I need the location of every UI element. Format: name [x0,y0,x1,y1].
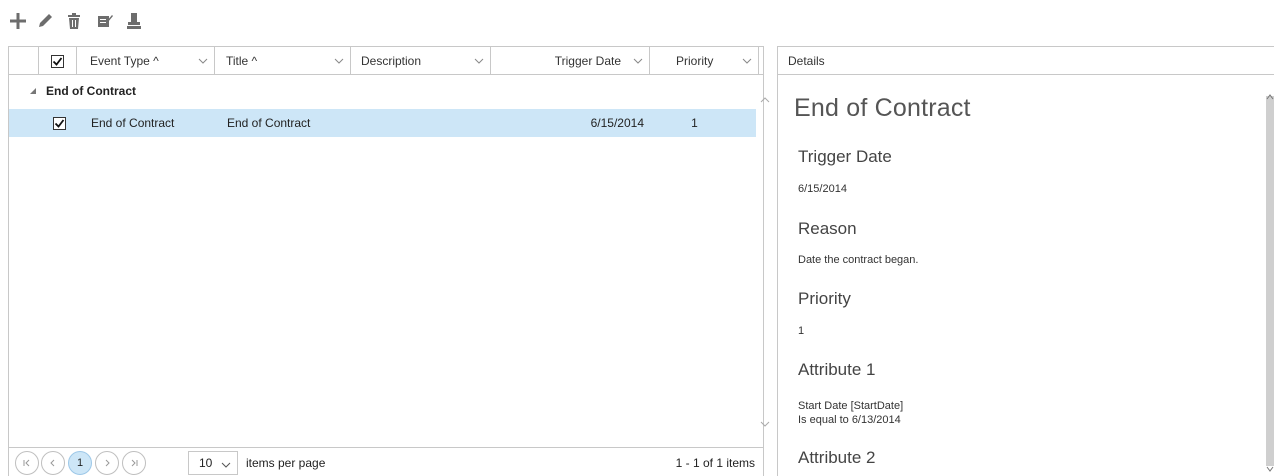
row-checkbox[interactable] [53,116,66,130]
chevron-left-icon [50,459,55,467]
grid-header: Event Type ^ Title ^ Description Trigger… [9,47,763,75]
page-size-value: 10 [199,456,213,470]
column-header-event-type[interactable]: Event Type ^ [77,47,215,75]
column-header-title[interactable]: Title ^ [215,47,351,75]
note-edit-icon [98,15,113,27]
edit-button[interactable] [34,10,56,32]
scroll-up-arrow-icon[interactable] [1265,93,1274,101]
details-heading-priority: Priority [798,289,851,308]
column-header-expand [9,47,39,75]
first-page-icon [23,459,30,467]
collapse-triangle-icon[interactable] [30,88,37,95]
pencil-icon [39,14,52,27]
next-page-button[interactable] [95,451,119,475]
chevron-down-icon[interactable] [198,56,208,66]
details-heading-trigger-date: Trigger Date [798,147,892,166]
details-panel: Details End of Contract Trigger Date 6/1… [777,46,1274,476]
details-value-trigger-date: 6/15/2014 [798,183,847,195]
last-page-icon [131,459,138,467]
chevron-down-icon[interactable] [334,56,344,66]
scroll-down-arrow-icon[interactable] [1265,465,1274,473]
details-title: End of Contract [794,94,971,122]
page-size-select[interactable]: 10 [188,451,238,475]
previous-page-button[interactable] [41,451,65,475]
details-heading-attribute-2: Attribute 2 [798,448,876,467]
column-header-priority[interactable]: Priority [650,47,759,75]
chevron-down-icon[interactable] [742,56,752,66]
stamp-icon [127,13,141,29]
column-header-label: Description [361,54,422,68]
toolbar [0,0,1274,40]
details-body: End of Contract Trigger Date 6/15/2014 R… [778,76,1264,476]
last-page-button[interactable] [122,451,146,475]
row-select-cell[interactable] [53,109,73,137]
column-header-select[interactable] [39,47,77,75]
notes-button[interactable] [94,10,116,32]
chevron-down-icon [221,462,231,468]
plus-icon [10,13,26,29]
first-page-button[interactable] [15,451,39,475]
group-label: End of Contract [46,84,136,98]
events-grid: Event Type ^ Title ^ Description Trigger… [8,46,770,476]
details-heading-attribute-1: Attribute 1 [798,360,876,379]
chevron-right-icon [105,459,110,467]
column-header-label: Priority [676,54,714,68]
column-header-trigger-date[interactable]: Trigger Date [491,47,650,75]
column-header-label: Title ^ [226,54,258,68]
delete-button[interactable] [63,10,85,32]
column-header-description[interactable]: Description [351,47,491,75]
page-size-label: items per page [246,456,326,470]
scroll-up-arrow-icon[interactable] [760,95,770,105]
column-header-label: Event Type ^ [90,54,159,68]
cell-title: End of Contract [227,116,311,130]
pager-info: 1 - 1 of 1 items [675,456,755,470]
cell-priority: 1 [691,116,698,130]
add-button[interactable] [7,10,29,32]
chevron-down-icon[interactable] [633,56,643,66]
details-value-attribute-1-line-1: Start Date [StartDate] [798,400,904,412]
select-all-checkbox[interactable] [51,54,64,68]
trash-icon [68,13,80,29]
cell-trigger-date: 6/15/2014 [590,116,644,130]
details-header: Details [778,47,1274,75]
chevron-down-icon[interactable] [474,56,484,66]
column-header-label: Trigger Date [554,54,621,68]
details-value-attribute-1-line-2: Is equal to 6/13/2014 [798,414,901,426]
details-value-priority: 1 [798,325,805,337]
checkmark-icon [54,118,65,128]
page-1-button[interactable]: 1 [68,451,92,475]
checkmark-icon [52,56,63,66]
cell-event-type: End of Contract [91,116,175,130]
details-scrollbar[interactable] [1266,96,1274,466]
table-row[interactable]: End of Contract End of Contract 6/15/201… [9,109,756,137]
details-heading-reason: Reason [798,219,857,238]
scroll-down-arrow-icon[interactable] [760,419,770,429]
stamp-button[interactable] [123,10,145,32]
grid-body: End of Contract End of Contract End of C… [9,76,763,447]
pager: 1 10 items per page 1 - 1 of 1 items [9,447,763,476]
details-value-reason: Date the contract began. [798,254,919,266]
